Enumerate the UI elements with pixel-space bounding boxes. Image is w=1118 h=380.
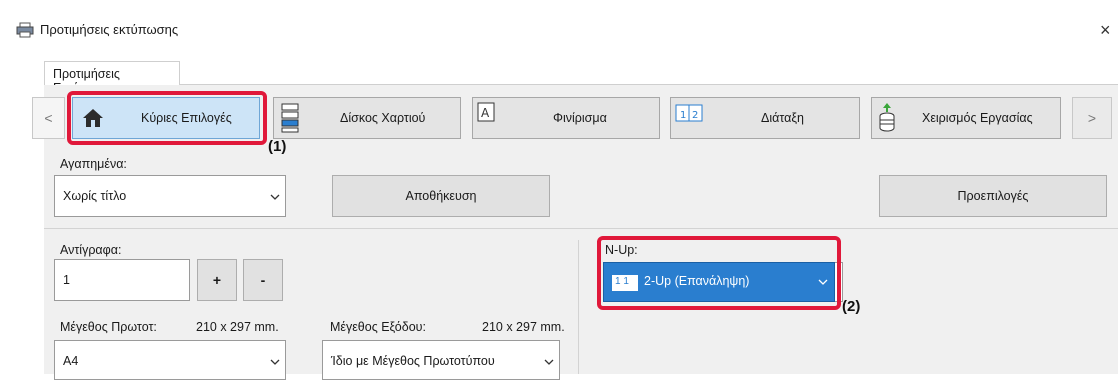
nav-finishing[interactable]: A Φινίρισμα [472, 97, 660, 139]
chevron-down-icon [544, 359, 554, 365]
chevron-down-icon [270, 359, 280, 365]
output-size-value: Ίδιο με Μέγεθος Πρωτοτύπου [331, 354, 495, 368]
chevron-down-icon [270, 194, 280, 200]
nav-paper-tray[interactable]: Δίσκος Χαρτιού [273, 97, 461, 139]
output-size-label: Μέγεθος Εξόδου: [330, 320, 426, 334]
close-button[interactable]: × [1100, 20, 1111, 41]
defaults-button[interactable]: Προεπιλογές [879, 175, 1107, 217]
svg-text:1: 1 [680, 110, 686, 121]
printer-icon [16, 22, 34, 38]
column-divider [578, 240, 579, 374]
svg-text:2: 2 [692, 110, 698, 121]
original-size-label: Μέγεθος Πρωτοτ: [60, 320, 157, 334]
copies-label: Αντίγραφα: [60, 243, 122, 257]
scroll-right-button[interactable]: > [1072, 97, 1112, 139]
favorites-value: Χωρίς τίτλο [63, 189, 127, 203]
scroll-left-button[interactable]: < [32, 97, 65, 139]
output-size-select[interactable]: Ίδιο με Μέγεθος Πρωτοτύπου [322, 340, 560, 380]
copies-decrement-button[interactable]: - [243, 259, 283, 301]
original-size-select[interactable]: A4 [54, 340, 286, 380]
section-divider [44, 228, 1118, 229]
finishing-icon: A [477, 102, 495, 122]
original-size-dims: 210 x 297 mm. [196, 320, 279, 334]
paper-tray-icon [281, 103, 299, 133]
nav-job-handling-label: Χειρισμός Εργασίας [922, 111, 1033, 125]
nav-finishing-label: Φινίρισμα [553, 111, 607, 125]
copies-input[interactable]: 1 [54, 259, 190, 301]
nav-paper-tray-label: Δίσκος Χαρτιού [340, 111, 426, 125]
copies-increment-button[interactable]: + [197, 259, 237, 301]
original-size-value: A4 [63, 354, 79, 368]
save-button[interactable]: Αποθήκευση [332, 175, 550, 217]
tab-printing-preferences[interactable]: Προτιμήσεις Εκτύπωσης [44, 61, 180, 95]
window-title: Προτιμήσεις εκτύπωσης [40, 22, 179, 37]
nav-layout-label: Διάταξη [761, 111, 804, 125]
callout-2: (2) [842, 298, 861, 315]
nav-layout[interactable]: 1 2 Διάταξη [670, 97, 860, 139]
job-handling-icon [879, 103, 895, 132]
svg-text:A: A [481, 106, 490, 120]
output-size-dims: 210 x 297 mm. [482, 320, 565, 334]
favorites-select[interactable]: Χωρίς τίτλο [54, 175, 286, 217]
highlight-nup [597, 236, 841, 310]
favorites-label: Αγαπημένα: [60, 157, 127, 171]
layout-icon: 1 2 [675, 104, 703, 122]
copies-value: 1 [63, 273, 70, 287]
callout-1: (1) [268, 138, 287, 155]
nav-job-handling[interactable]: Χειρισμός Εργασίας [871, 97, 1061, 139]
highlight-main-options [67, 91, 267, 145]
